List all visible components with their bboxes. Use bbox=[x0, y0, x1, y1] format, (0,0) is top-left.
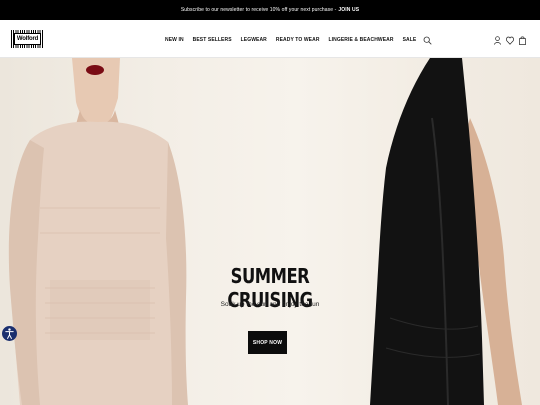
accessibility-icon[interactable] bbox=[2, 326, 17, 341]
hero-model-left-image bbox=[8, 58, 188, 405]
announcement-bar: Subscribe to our newsletter to receive 1… bbox=[0, 0, 540, 20]
hero-model-right-image bbox=[370, 58, 522, 405]
logo-text: Wolford bbox=[13, 33, 42, 45]
nav-item-new-in[interactable]: NEW IN bbox=[165, 37, 184, 43]
shop-now-button[interactable]: SHOP NOW bbox=[248, 331, 287, 354]
nav-item-sale[interactable]: SALE bbox=[403, 37, 417, 43]
hero-subtitle: Soak up the sun and enjoy the fun bbox=[220, 301, 320, 308]
nav-item-legwear[interactable]: LEGWEAR bbox=[241, 37, 267, 43]
announcement-text: Subscribe to our newsletter to receive 1… bbox=[180, 7, 337, 13]
wishlist-icon[interactable] bbox=[506, 36, 514, 45]
bag-icon[interactable] bbox=[519, 36, 526, 45]
header-actions bbox=[494, 34, 526, 46]
account-icon[interactable] bbox=[494, 35, 501, 45]
site-header: Wolford NEW IN BEST SELLERS LEGWEAR READ… bbox=[0, 20, 540, 58]
search-icon[interactable] bbox=[423, 36, 432, 45]
join-us-link[interactable]: JOIN US bbox=[338, 7, 359, 13]
brand-logo[interactable]: Wolford bbox=[11, 30, 44, 48]
main-navigation: NEW IN BEST SELLERS LEGWEAR READY TO WEA… bbox=[165, 34, 432, 46]
nav-item-lingerie-beachwear[interactable]: LINGERIE & BEACHWEAR bbox=[329, 37, 394, 43]
nav-item-best-sellers[interactable]: BEST SELLERS bbox=[193, 37, 232, 43]
hero-banner[interactable]: SUMMER CRUISING Soak up the sun and enjo… bbox=[0, 58, 540, 405]
nav-item-ready-to-wear[interactable]: READY TO WEAR bbox=[276, 37, 320, 43]
